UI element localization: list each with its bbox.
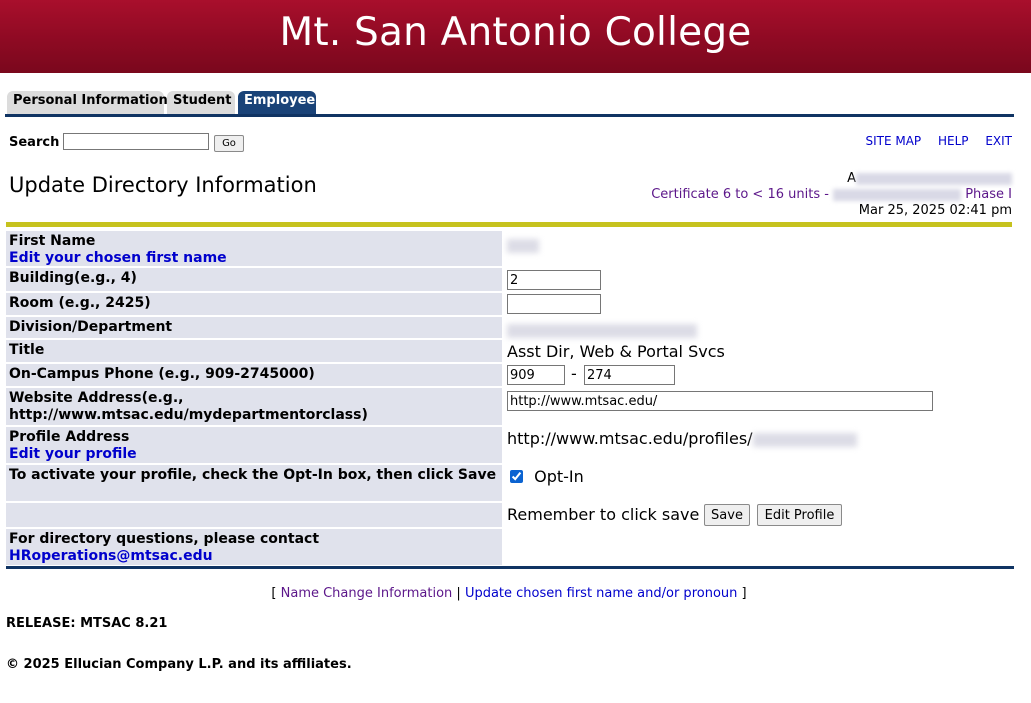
- profile-address-value: http://www.mtsac.edu/profiles/: [507, 429, 857, 448]
- phone-separator: -: [571, 364, 577, 383]
- building-input[interactable]: [507, 270, 601, 290]
- copyright-text: © 2025 Ellucian Company L.P. and its aff…: [6, 657, 352, 672]
- optin-control: Opt-In: [507, 467, 584, 486]
- phase-text: Phase I: [965, 187, 1012, 202]
- search-input[interactable]: [63, 133, 209, 150]
- first-name-value: [507, 235, 539, 254]
- edit-profile-link[interactable]: Edit your profile: [9, 446, 499, 463]
- first-name-label-cell: First Name Edit your chosen first name: [6, 231, 502, 266]
- title-label: Title: [6, 340, 502, 362]
- redacted-name: [856, 172, 1012, 185]
- website-label: Website Address(e.g., http://www.mtsac.e…: [6, 388, 502, 425]
- bottom-links: [ Name Change Information | Update chose…: [0, 586, 1018, 601]
- gold-divider: [6, 222, 1012, 227]
- edit-chosen-first-name-link[interactable]: Edit your chosen first name: [9, 250, 499, 267]
- contact-label: For directory questions, please contact: [9, 531, 320, 547]
- site-map-link[interactable]: SITE MAP: [865, 134, 921, 148]
- phone-area-input[interactable]: [507, 365, 565, 385]
- phone-label: On-Campus Phone (e.g., 909-2745000): [6, 364, 502, 386]
- room-label: Room (e.g., 2425): [6, 293, 502, 315]
- division-label: Division/Department: [6, 317, 502, 338]
- tab-employee[interactable]: Employee: [238, 91, 316, 114]
- redacted-profile-slug: [752, 432, 857, 447]
- tab-student[interactable]: Student: [167, 91, 235, 114]
- chosen-name-link[interactable]: Update chosen first name and/or pronoun: [465, 586, 737, 601]
- college-banner: Mt. San Antonio College: [0, 0, 1031, 73]
- first-name-label: First Name: [9, 233, 96, 249]
- name-change-link[interactable]: Name Change Information: [281, 586, 453, 601]
- go-button[interactable]: Go: [214, 135, 244, 152]
- phone-number-input[interactable]: [584, 365, 675, 385]
- website-input[interactable]: [507, 391, 933, 411]
- bottom-divider: [6, 566, 1014, 569]
- hr-email-link[interactable]: HRoperations@mtsac.edu: [9, 548, 499, 565]
- title-value: Asst Dir, Web & Portal Svcs: [507, 342, 725, 361]
- edit-profile-button[interactable]: Edit Profile: [757, 504, 842, 526]
- redacted-division: [507, 323, 697, 338]
- optin-checkbox-label: Opt-In: [534, 467, 584, 486]
- profile-address-label: Profile Address: [9, 429, 130, 445]
- page-title: Update Directory Information: [9, 173, 317, 197]
- banner-title: Mt. San Antonio College: [279, 10, 752, 55]
- exit-link[interactable]: EXIT: [985, 134, 1012, 148]
- remember-text: Remember to click save: [507, 505, 700, 524]
- building-label: Building(e.g., 4): [6, 268, 502, 291]
- optin-checkbox[interactable]: [510, 470, 523, 483]
- redacted-first-name: [507, 238, 539, 253]
- bracket-close: ]: [741, 586, 747, 601]
- link-divider: |: [456, 586, 461, 601]
- save-button[interactable]: Save: [704, 504, 750, 526]
- user-name-initial: A: [847, 171, 856, 186]
- top-links: SITE MAP HELP EXIT: [852, 134, 1012, 148]
- tab-personal-information[interactable]: Personal Information: [7, 91, 168, 114]
- certificate-text: Certificate 6 to < 16 units -: [651, 187, 829, 202]
- profile-url: http://www.mtsac.edu/profiles/: [507, 429, 753, 448]
- user-info: A Certificate 6 to < 16 units - Phase I …: [651, 171, 1012, 219]
- bracket-open: [: [271, 586, 277, 601]
- release-text: RELEASE: MTSAC 8.21: [6, 616, 168, 631]
- datetime-text: Mar 25, 2025 02:41 pm: [858, 203, 1012, 218]
- help-link[interactable]: HELP: [938, 134, 969, 148]
- search-label: Search: [9, 135, 60, 150]
- room-input[interactable]: [507, 294, 601, 314]
- redacted-program: [833, 188, 962, 201]
- contact-label-cell: For directory questions, please contact …: [6, 529, 502, 565]
- division-value: [507, 320, 697, 339]
- tab-divider: [5, 114, 1014, 117]
- profile-label-cell: Profile Address Edit your profile: [6, 427, 502, 463]
- save-row-label: [6, 503, 502, 527]
- optin-label: To activate your profile, check the Opt-…: [6, 465, 502, 501]
